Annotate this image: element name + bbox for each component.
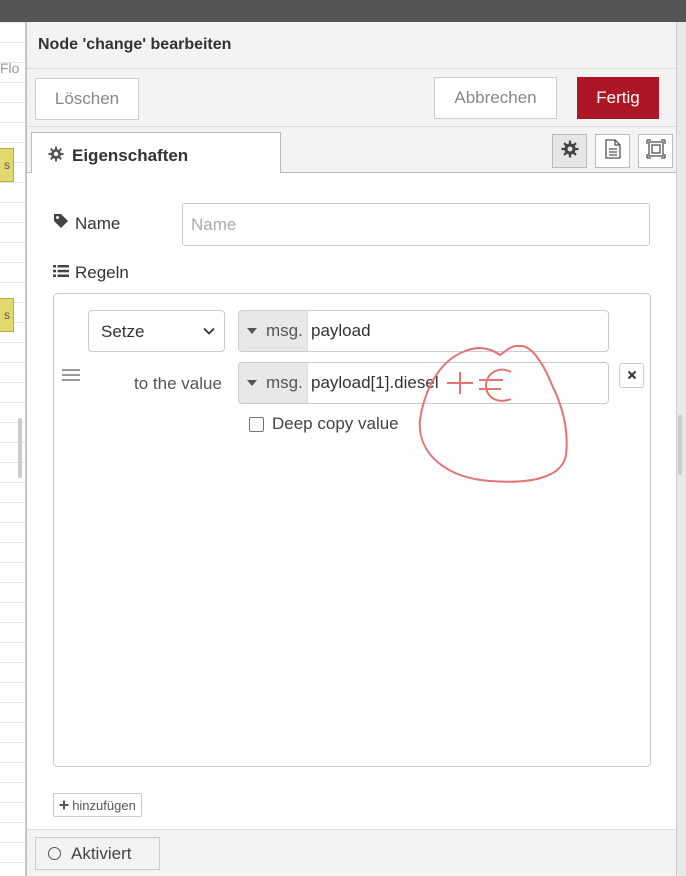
expand-icon bbox=[645, 138, 666, 164]
edit-tray: Node 'change' bearbeiten Löschen Abbrech… bbox=[26, 22, 677, 876]
deep-copy-checkbox[interactable] bbox=[249, 416, 264, 432]
source-value[interactable]: payload[1].diesel bbox=[311, 373, 439, 393]
enabled-toggle[interactable]: Aktiviert bbox=[35, 837, 160, 870]
source-type-selector[interactable]: msg. bbox=[239, 363, 308, 403]
canvas-node[interactable]: s bbox=[0, 148, 14, 182]
rule-action-select[interactable]: Setze bbox=[88, 310, 225, 352]
canvas-node[interactable]: s bbox=[0, 298, 14, 332]
tray-tabs: Eigenschaften bbox=[27, 127, 677, 174]
properties-panel: Name Regeln Setze msg. payload bbox=[27, 173, 677, 829]
tray-title: Node 'change' bearbeiten bbox=[38, 36, 232, 53]
name-input[interactable] bbox=[182, 203, 650, 246]
rules-list: Setze msg. payload to the value msg. pay bbox=[53, 293, 651, 767]
chevron-down-icon bbox=[202, 323, 216, 337]
caret-down-icon bbox=[247, 380, 257, 386]
deep-copy-option[interactable]: Deep copy value bbox=[249, 414, 399, 434]
tab-properties-label: Eigenschaften bbox=[72, 146, 189, 165]
top-bar bbox=[0, 0, 686, 22]
delete-button[interactable]: Löschen bbox=[35, 78, 139, 120]
target-type-selector[interactable]: msg. bbox=[239, 311, 308, 351]
rules-label: Regeln bbox=[53, 263, 129, 283]
done-button[interactable]: Fertig bbox=[577, 77, 659, 119]
circle-icon bbox=[48, 847, 61, 860]
add-rule-button[interactable]: hinzufügen bbox=[53, 793, 142, 817]
source-value-input[interactable]: msg. payload[1].diesel bbox=[238, 362, 609, 404]
document-icon bbox=[604, 138, 621, 164]
gear-icon bbox=[561, 140, 579, 163]
flow-canvas[interactable]: Flo s s bbox=[0, 22, 26, 876]
canvas-tab-label: Flo bbox=[0, 60, 20, 76]
plus-icon bbox=[59, 798, 69, 813]
sidebar-resize-handle[interactable] bbox=[678, 415, 682, 475]
tab-settings-button[interactable] bbox=[552, 134, 587, 168]
list-icon bbox=[53, 263, 69, 283]
tab-description-button[interactable] bbox=[595, 134, 630, 168]
drag-handle-icon[interactable] bbox=[62, 369, 80, 381]
close-icon bbox=[627, 367, 637, 384]
to-the-value-label: to the value bbox=[134, 374, 222, 393]
tab-properties[interactable]: Eigenschaften bbox=[31, 132, 281, 174]
target-value[interactable]: payload bbox=[311, 321, 371, 341]
name-label: Name bbox=[53, 213, 120, 234]
remove-rule-button[interactable] bbox=[619, 363, 644, 388]
tag-icon bbox=[53, 213, 69, 234]
gear-icon bbox=[48, 146, 64, 167]
canvas-resize-handle[interactable] bbox=[18, 418, 22, 478]
tray-header: Node 'change' bearbeiten bbox=[27, 22, 677, 69]
tab-appearance-button[interactable] bbox=[638, 134, 673, 168]
target-property-input[interactable]: msg. payload bbox=[238, 310, 609, 352]
caret-down-icon bbox=[247, 328, 257, 334]
cancel-button[interactable]: Abbrechen bbox=[434, 77, 557, 119]
tray-footer: Aktiviert bbox=[27, 829, 677, 876]
tray-toolbar: Löschen Abbrechen Fertig bbox=[27, 69, 677, 127]
